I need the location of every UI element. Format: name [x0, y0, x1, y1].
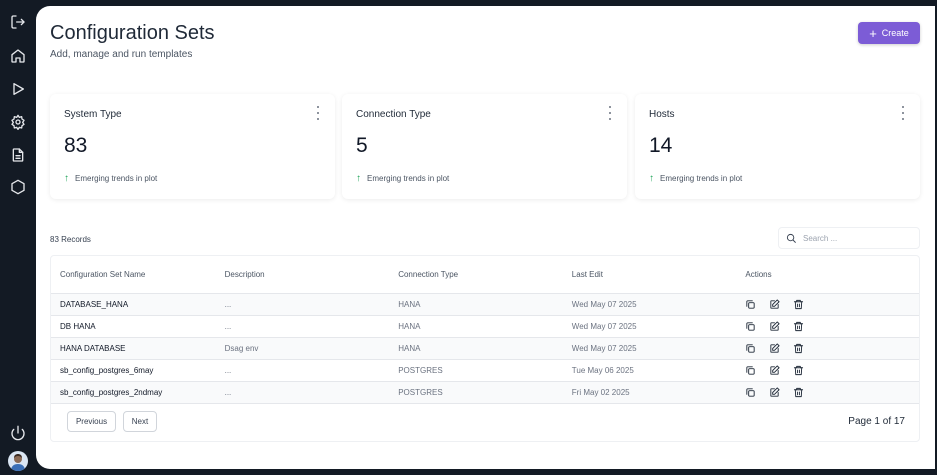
card-trend-label: Emerging trends in plot: [75, 174, 158, 183]
card-title: Hosts: [649, 109, 675, 120]
cell-actions: [745, 299, 919, 310]
create-button-label: Create: [881, 28, 909, 38]
copy-icon[interactable]: [745, 321, 756, 332]
column-header: Actions: [745, 270, 772, 279]
column-header[interactable]: Connection Type: [398, 270, 572, 279]
card-hosts: Hosts 14 ↑ Emerging trends in plot: [635, 94, 920, 199]
logout-icon[interactable]: [8, 12, 28, 32]
copy-icon[interactable]: [745, 343, 756, 354]
column-header[interactable]: Configuration Set Name: [51, 270, 225, 279]
previous-button[interactable]: Previous: [67, 411, 116, 432]
hexagon-icon[interactable]: [8, 177, 28, 197]
trash-icon[interactable]: [793, 343, 804, 354]
trash-icon[interactable]: [793, 299, 804, 310]
cell-actions: [745, 365, 919, 376]
card-value: 5: [356, 134, 368, 157]
edit-icon[interactable]: [769, 343, 780, 354]
arrow-up-icon: ↑: [356, 173, 361, 184]
cell-actions: [745, 387, 919, 398]
copy-icon[interactable]: [745, 387, 756, 398]
card-connection-type: Connection Type 5 ↑ Emerging trends in p…: [342, 94, 627, 199]
cell-connection: HANA: [398, 300, 421, 309]
play-icon[interactable]: [8, 79, 28, 99]
cell-name: sb_config_postgres_6may: [60, 366, 154, 375]
cell-connection: HANA: [398, 322, 421, 331]
records-count: 83 Records: [50, 235, 91, 244]
table-row[interactable]: sb_config_postgres_2ndmay ... POSTGRES F…: [51, 382, 919, 404]
document-icon[interactable]: [8, 145, 28, 165]
edit-icon[interactable]: [769, 321, 780, 332]
config-sets-table: Configuration Set Name Description Conne…: [50, 255, 920, 442]
cell-last-edit: Fri May 02 2025: [571, 388, 630, 397]
more-vertical-icon[interactable]: [313, 106, 323, 120]
cell-description: ...: [224, 322, 232, 331]
power-icon[interactable]: [8, 423, 28, 443]
card-trend: ↑ Emerging trends in plot: [649, 173, 742, 184]
next-button[interactable]: Next: [123, 411, 157, 432]
create-button[interactable]: + Create: [858, 22, 920, 44]
card-trend: ↑ Emerging trends in plot: [64, 173, 157, 184]
home-icon[interactable]: [8, 46, 28, 66]
edit-icon[interactable]: [769, 387, 780, 398]
sidebar: [0, 0, 36, 475]
table-row[interactable]: DB HANA ... HANA Wed May 07 2025: [51, 316, 919, 338]
card-value: 83: [64, 134, 88, 157]
cell-connection: HANA: [398, 344, 421, 353]
cell-description: ...: [224, 366, 232, 375]
cell-connection: POSTGRES: [398, 388, 443, 397]
copy-icon[interactable]: [745, 299, 756, 310]
cell-actions: [745, 321, 919, 332]
table-footer: Previous Next Page 1 of 17: [51, 404, 919, 441]
cell-last-edit: Wed May 07 2025: [571, 344, 637, 353]
table-row[interactable]: sb_config_postgres_6may ... POSTGRES Tue…: [51, 360, 919, 382]
cell-name: sb_config_postgres_2ndmay: [60, 388, 163, 397]
trash-icon[interactable]: [793, 365, 804, 376]
table-row[interactable]: DATABASE_HANA ... HANA Wed May 07 2025: [51, 294, 919, 316]
cell-actions: [745, 343, 919, 354]
cell-name: HANA DATABASE: [60, 344, 126, 353]
search-icon: [786, 233, 796, 243]
cell-last-edit: Tue May 06 2025: [571, 366, 634, 375]
copy-icon[interactable]: [745, 365, 756, 376]
cell-last-edit: Wed May 07 2025: [571, 300, 637, 309]
cell-last-edit: Wed May 07 2025: [571, 322, 637, 331]
card-trend-label: Emerging trends in plot: [367, 174, 450, 183]
card-title: Connection Type: [356, 109, 431, 120]
trash-icon[interactable]: [793, 321, 804, 332]
table-body: DATABASE_HANA ... HANA Wed May 07 2025 D…: [51, 294, 919, 404]
card-title: System Type: [64, 109, 122, 120]
trash-icon[interactable]: [793, 387, 804, 398]
arrow-up-icon: ↑: [649, 173, 654, 184]
main-panel: Configuration Sets Add, manage and run t…: [36, 6, 935, 469]
cell-description: ...: [224, 388, 232, 397]
arrow-up-icon: ↑: [64, 173, 69, 184]
more-vertical-icon[interactable]: [898, 106, 908, 120]
page-subtitle: Add, manage and run templates: [50, 49, 193, 60]
more-vertical-icon[interactable]: [605, 106, 615, 120]
search-box[interactable]: [778, 227, 920, 249]
edit-icon[interactable]: [769, 299, 780, 310]
page-title: Configuration Sets: [50, 22, 215, 44]
edit-icon[interactable]: [769, 365, 780, 376]
plus-icon: +: [869, 25, 877, 41]
cell-name: DATABASE_HANA: [60, 300, 129, 309]
cell-description: ...: [224, 300, 232, 309]
page-info: Page 1 of 17: [848, 416, 905, 427]
column-header[interactable]: Description: [225, 270, 399, 279]
search-input[interactable]: [803, 233, 903, 243]
card-value: 14: [649, 134, 673, 157]
avatar[interactable]: [8, 451, 28, 471]
cell-description: Dsag env: [224, 344, 259, 353]
card-trend: ↑ Emerging trends in plot: [356, 173, 449, 184]
table-row[interactable]: HANA DATABASE Dsag env HANA Wed May 07 2…: [51, 338, 919, 360]
gear-icon[interactable]: [8, 112, 28, 132]
card-system-type: System Type 83 ↑ Emerging trends in plot: [50, 94, 335, 199]
table-header: Configuration Set Name Description Conne…: [51, 256, 919, 294]
card-trend-label: Emerging trends in plot: [660, 174, 743, 183]
cell-connection: POSTGRES: [398, 366, 443, 375]
column-header[interactable]: Last Edit: [572, 270, 746, 279]
cell-name: DB HANA: [60, 322, 96, 331]
